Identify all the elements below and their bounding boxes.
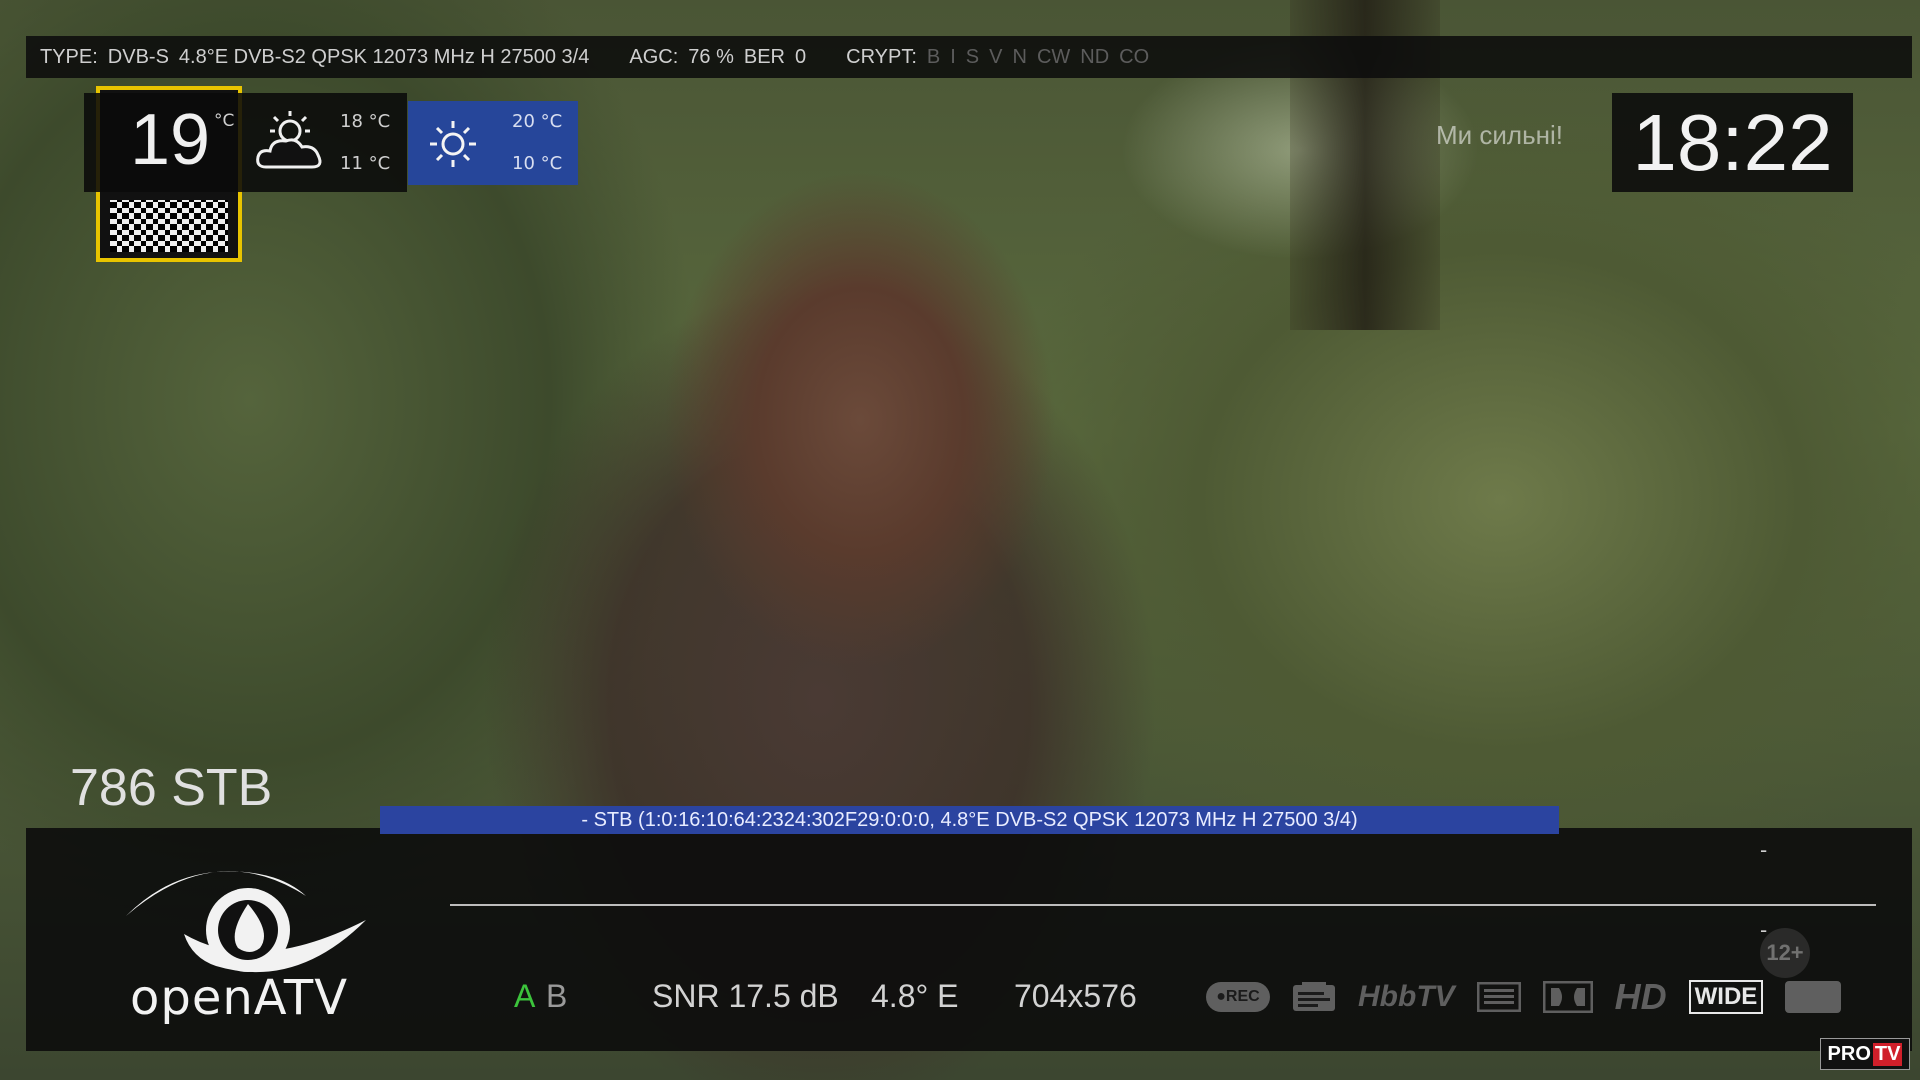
crypt-flag-s: S <box>965 45 980 68</box>
type-value: DVB-S <box>107 45 169 68</box>
subtitles-icon <box>1476 982 1521 1012</box>
dolby-icon <box>1542 981 1593 1013</box>
crypt-label: CRYPT: <box>846 45 917 68</box>
channel-logo-tv: TV <box>1872 1042 1903 1066</box>
service-flags: ●REC HbbTV HD WIDE <box>1206 976 1842 1018</box>
age-rating-badge: 12+ <box>1760 928 1810 978</box>
infobar-panel: openATV - - 12+ A B SNR 17.5 dB 4.8° E 7… <box>26 828 1912 1051</box>
crypt-flag-co: CO <box>1119 45 1150 68</box>
forecast-low: 10 °C <box>512 153 563 174</box>
openatv-logo-text: openATV <box>130 970 349 1026</box>
broadcast-slogan: Ми сильні! <box>1436 120 1564 150</box>
signal-info-bar: TYPE: DVB-S 4.8°E DVB-S2 QPSK 12073 MHz … <box>26 36 1912 78</box>
weather-current-panel: 19 °C 18 °C 11 °C <box>84 93 407 192</box>
partly-cloudy-icon <box>256 111 322 169</box>
sun-icon <box>430 121 476 167</box>
widescreen-icon: WIDE <box>1688 980 1764 1014</box>
agc-label: AGC: <box>629 45 679 68</box>
forecast-high: 20 °C <box>512 111 563 132</box>
temperature-unit: °C <box>214 111 235 131</box>
crypt-flag-n: N <box>1012 45 1027 68</box>
event-progress-bar <box>450 904 1876 906</box>
service-reference-strip: - STB (1:0:16:10:64:2324:302F29:0:0:0, 4… <box>380 806 1559 834</box>
channel-logo: PRO TV <box>1820 1038 1910 1070</box>
agc-value: 76 % <box>688 45 734 68</box>
crypt-flag-i: I <box>950 45 956 68</box>
weather-forecast-panel: 20 °C 10 °C <box>408 101 578 185</box>
hd-icon: HD <box>1614 976 1667 1017</box>
crypt-flag-b: B <box>926 45 941 68</box>
snr-value: SNR 17.5 dB <box>652 978 839 1014</box>
channel-logo-pro: PRO <box>1827 1042 1871 1065</box>
transponder-info: 4.8°E DVB-S2 QPSK 12073 MHz H 27500 3/4 <box>178 45 590 68</box>
orbital-position: 4.8° E <box>871 978 959 1014</box>
tuner-a-indicator: A <box>514 978 536 1014</box>
current-temperature: 19 <box>130 100 211 180</box>
clock: 18:22 <box>1612 93 1853 192</box>
rec-icon: ●REC <box>1206 982 1270 1012</box>
type-label: TYPE: <box>40 45 98 68</box>
tuner-b-indicator: B <box>546 978 568 1014</box>
ber-label: BER <box>743 45 785 68</box>
aspect-ratio-icon <box>1785 981 1842 1013</box>
video-resolution: 704x576 <box>1014 978 1137 1014</box>
ber-value: 0 <box>795 45 807 68</box>
channel-number-name: 786 STB <box>70 759 273 817</box>
crypt-flag-nd: ND <box>1080 45 1110 68</box>
teletext-icon <box>1293 982 1335 1011</box>
today-high: 18 °C <box>340 111 391 132</box>
now-event-remaining: - <box>1760 838 1768 862</box>
today-low: 11 °C <box>340 153 391 174</box>
hbbtv-icon: HbbTV <box>1358 980 1455 1013</box>
crypt-flag-v: V <box>989 45 1003 68</box>
crypt-flag-cw: CW <box>1036 45 1071 68</box>
qr-code-icon <box>110 200 228 252</box>
